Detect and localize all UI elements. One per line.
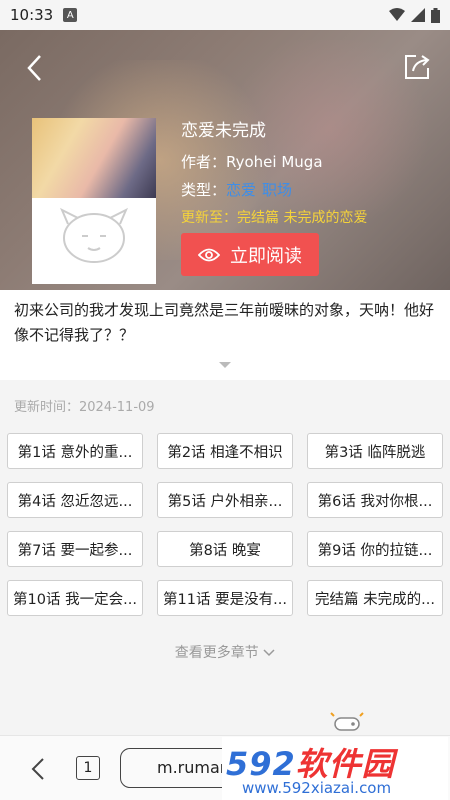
chapter-item[interactable]: 第8话 晚宴	[157, 531, 293, 567]
more-chapters-label: 查看更多章节	[174, 645, 259, 661]
comic-cover[interactable]	[32, 118, 156, 284]
wifi-icon	[389, 8, 405, 21]
eye-icon	[198, 248, 220, 261]
latest-chapter[interactable]: 完结篇 未完成的恋爱	[237, 210, 367, 226]
read-now-button[interactable]: 立即阅读	[181, 233, 319, 276]
comic-title: 恋爱未完成	[181, 121, 266, 141]
comic-header: 恋爱未完成 作者：Ryohei Muga 类型：恋爱 职场 更新至：完结篇 未完成…	[0, 30, 450, 290]
back-button[interactable]	[20, 50, 50, 86]
watermark-logo-text: 软件园	[295, 745, 395, 783]
genre-tag[interactable]: 恋爱	[226, 181, 256, 199]
update-label: 更新至：	[181, 210, 237, 226]
chapter-item[interactable]: 第11话 要是没有...	[157, 580, 293, 616]
signal-icon	[411, 8, 425, 22]
comic-description: 初来公司的我才发现上司竟然是三年前暧昧的对象，天呐！他好像不记得我了？？	[14, 301, 435, 344]
read-now-label: 立即阅读	[230, 245, 302, 267]
watermark-logo-number: 592	[226, 745, 296, 783]
expand-caret-icon[interactable]	[219, 362, 231, 368]
more-chapters-link[interactable]: 查看更多章节	[0, 642, 450, 662]
chapter-item[interactable]: 第4话 忽近忽远...	[7, 482, 143, 518]
cover-art	[32, 118, 156, 198]
update-row: 更新至：完结篇 未完成的恋爱	[181, 207, 367, 227]
chapter-item[interactable]: 第10话 我一定会...	[7, 580, 143, 616]
battery-icon	[431, 7, 440, 23]
chapter-item[interactable]: 第1话 意外的重...	[7, 433, 143, 469]
tab-count-button[interactable]: 1	[76, 756, 100, 780]
chapter-item[interactable]: 第3话 临阵脱逃	[307, 433, 443, 469]
notification-a-icon: A	[63, 8, 78, 22]
chevron-down-icon	[263, 649, 275, 657]
gamepad-mascot-icon	[330, 712, 364, 731]
genre-tag[interactable]: 职场	[262, 181, 292, 199]
genre-row: 类型：恋爱 职场	[181, 179, 367, 200]
genre-label: 类型：	[181, 181, 227, 199]
chapter-grid: 第1话 意外的重... 第2话 相逢不相识 第3话 临阵脱逃 第4话 忽近忽远.…	[7, 433, 443, 616]
placeholder-face-icon	[60, 207, 128, 263]
author-row: 作者：Ryohei Muga	[181, 151, 367, 172]
browser-back-icon[interactable]	[28, 756, 48, 782]
chapter-item[interactable]: 第5话 户外相亲...	[157, 482, 293, 518]
chapter-section: 更新时间：2024-11-09 第1话 意外的重... 第2话 相逢不相识 第3…	[0, 380, 450, 735]
status-bar: 10:33 A	[0, 0, 450, 30]
share-button[interactable]	[402, 52, 432, 82]
update-time: 更新时间：2024-11-09	[14, 400, 155, 415]
watermark: 592软件园 www.592xiazai.com	[222, 737, 448, 800]
chapter-item[interactable]: 第7话 要一起参...	[7, 531, 143, 567]
chapter-item[interactable]: 第9话 你的拉链...	[307, 531, 443, 567]
chapter-item[interactable]: 第2话 相逢不相识	[157, 433, 293, 469]
chapter-item[interactable]: 第6话 我对你根...	[307, 482, 443, 518]
comic-info: 恋爱未完成 作者：Ryohei Muga 类型：恋爱 职场 更新至：完结篇 未完成…	[181, 116, 367, 234]
author-name: Ryohei Muga	[226, 153, 323, 171]
status-time: 10:33	[10, 6, 54, 24]
chapter-item[interactable]: 完结篇 未完成的...	[307, 580, 443, 616]
author-label: 作者：	[181, 153, 227, 171]
watermark-url: www.592xiazai.com	[242, 779, 392, 797]
